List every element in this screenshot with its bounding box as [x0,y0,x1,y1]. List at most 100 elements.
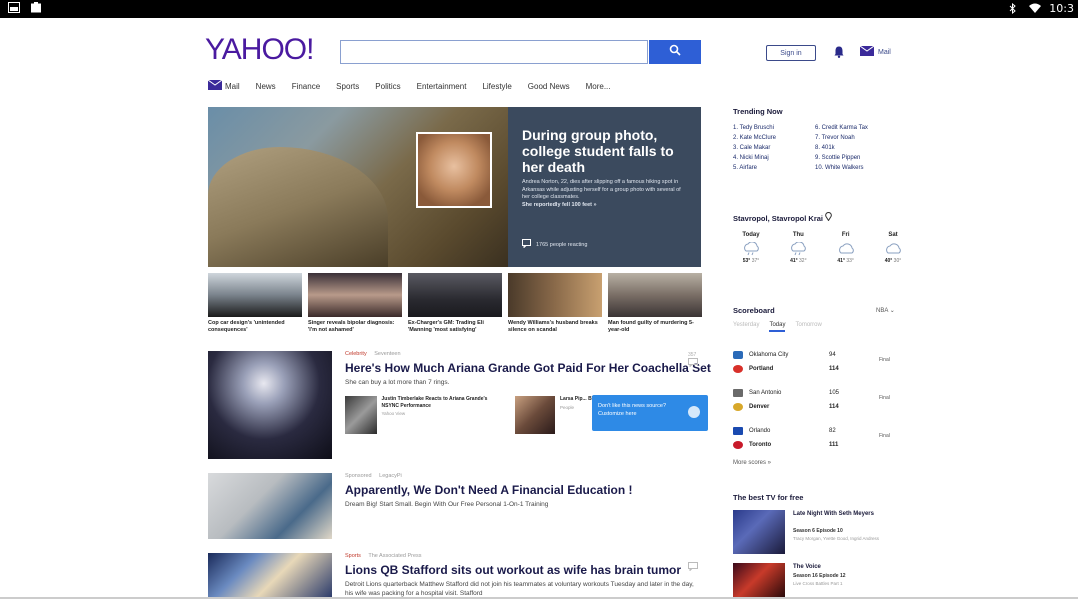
story-category[interactable]: Sports [345,553,361,559]
search-input[interactable] [340,40,648,64]
thumb-story[interactable]: Cop car design's 'unintended consequence… [208,273,302,334]
story-image [208,473,332,539]
hero-reactions[interactable]: 1765 people reacting [522,239,587,250]
related-image [515,396,555,434]
story-summary: She can buy a lot more than 7 rings. [345,379,450,386]
game-row[interactable]: Orlando 82 Toronto 111 Final [733,424,908,462]
spurs-logo-icon [733,389,743,397]
weather-day[interactable]: Today 53° 37° [733,232,769,264]
story-summary: Dream Big! Start Small. Begin With Our F… [345,501,549,508]
location-pin-icon [825,212,832,223]
story-source: LegacyPi [379,473,402,479]
trending-item[interactable]: 7. Trevor Noah [815,135,913,141]
trending-item[interactable]: 8. 401k [815,145,913,151]
yahoo-logo[interactable]: YAHOO! [205,33,314,67]
story-image [208,553,332,598]
trending-item[interactable]: 4. Nicki Minaj [733,155,815,161]
sign-in-button[interactable]: Sign in [766,45,816,61]
trending-item[interactable]: 6. Credit Karma Tax [815,125,913,131]
story-title[interactable]: Here's How Much Ariana Grande Got Paid F… [345,361,711,375]
customize-tooltip[interactable]: Don't like this news source? Customize h… [592,395,708,431]
hero-title[interactable]: During group photo, college student fall… [522,127,692,175]
trending-item[interactable]: 1. Tedy Bruschi [733,125,815,131]
chevron-down-icon: ⌄ [889,308,895,314]
trending-item[interactable]: 9. Scottie Pippen [815,155,913,161]
tv-image [733,510,785,554]
trending-item[interactable]: 2. Kate McClure [733,135,815,141]
weather-day[interactable]: Fri 41° 33° [828,232,864,264]
search-icon [669,43,681,61]
story-title[interactable]: Lions QB Stafford sits out workout as wi… [345,563,681,577]
team-row: Portland 114 [733,362,908,376]
nav-item-mail[interactable]: Mail [207,79,240,92]
comment-count-icon[interactable]: 357 [688,352,698,369]
thunder-logo-icon [733,351,743,359]
hero-image [208,107,508,267]
rain-cloud-icon [741,241,761,256]
bell-icon[interactable] [834,45,844,63]
nav-item-finance[interactable]: Finance [292,82,320,91]
mail-link[interactable]: Mail [859,45,891,58]
story-source: The Associated Press [368,553,422,559]
thumb-story[interactable]: Ex-Charger's GM: Trading Eli 'Manning 'm… [408,273,502,334]
league-dropdown[interactable]: NBA ⌄ [876,307,895,314]
thumb-story[interactable]: Man found guilty of murdering 5-year-old [608,273,702,334]
nav-item-politics[interactable]: Politics [375,82,400,91]
status-time: 10:3 [1049,2,1074,15]
tab-today[interactable]: Today [769,322,786,332]
nav-item-sports[interactable]: Sports [336,82,359,91]
thumb-image [208,273,302,317]
scoreboard-tabs: Yesterday Today Tomorrow [733,322,822,332]
thumb-story[interactable]: Singer reveals bipolar diagnosis: 'I'm n… [308,273,402,334]
nav-item-more[interactable]: More... [586,82,611,91]
hero-panel: During group photo, college student fall… [508,107,701,267]
tv-item[interactable]: Late Night With Seth Meyers Season 6 Epi… [733,510,908,556]
trending-item[interactable]: 5. Airfare [733,165,815,171]
nav-item-news[interactable]: News [256,82,276,91]
story-summary: Detroit Lions quarterback Matthew Staffo… [345,581,694,597]
more-scores-link[interactable]: More scores » [733,460,771,466]
sponsored-card[interactable]: Sponsored LegacyPi Apparently, We Don't … [208,473,701,541]
trending-item[interactable]: 3. Cale Makar [733,145,815,151]
nuggets-logo-icon [733,403,743,411]
story-title[interactable]: Apparently, We Don't Need A Financial Ed… [345,483,633,497]
trending-list: 1. Tedy Bruschi 6. Credit Karma Tax 2. K… [733,125,913,171]
thumb-story[interactable]: Wendy Williams's husband breaks silence … [508,273,602,334]
related-story[interactable]: Justin Timberlake Reacts to Ariana Grand… [345,396,505,434]
thumb-image [408,273,502,317]
game-row[interactable]: San Antonio 105 Denver 114 Final [733,386,908,424]
nav-item-good-news[interactable]: Good News [528,82,570,91]
weather-forecast: Today 53° 37° Thu 41° 32° Fri 41° 33° Sa… [733,232,911,264]
hero-cliff-image [208,147,388,267]
clipboard-icon [30,2,42,13]
story-category[interactable]: Celebrity [345,351,367,357]
game-row[interactable]: Oklahoma City 94 Portland 114 Final [733,348,908,386]
weather-day[interactable]: Thu 41° 32° [780,232,816,264]
trending-item[interactable]: 10. White Walkers [815,165,913,171]
tab-tomorrow[interactable]: Tomorrow [795,322,821,332]
raptors-logo-icon [733,441,743,449]
hero-story[interactable]: During group photo, college student fall… [208,107,701,267]
hero-summary: Andrea Norton, 22, dies after slipping o… [522,179,681,208]
hero-portrait-image [416,132,492,208]
nav-item-lifestyle[interactable]: Lifestyle [482,82,511,91]
mail-label: Mail [878,48,891,56]
story-card[interactable]: Sports The Associated Press Lions QB Sta… [208,553,701,598]
nav-item-entertainment[interactable]: Entertainment [417,82,467,91]
weather-location[interactable]: Stavropol, Stavropol Krai [733,212,913,223]
cloud-icon [883,242,903,256]
hero-more-link[interactable]: She reportedly fell 100 feet » [522,202,597,208]
comment-icon[interactable] [688,562,698,573]
thumb-image [608,273,702,317]
tooltip-dismiss-icon[interactable] [688,406,700,418]
scoreboard-games: Oklahoma City 94 Portland 114 Final San … [733,348,908,462]
related-image [345,396,377,434]
team-row: Toronto 111 [733,438,908,452]
thumb-image [308,273,402,317]
search-button[interactable] [649,40,701,64]
status-bar: 10:3 [0,0,1078,18]
tab-yesterday[interactable]: Yesterday [733,322,759,332]
weather-day[interactable]: Sat 40° 30° [875,232,911,264]
tv-item[interactable]: The Voice Season 16 Episode 12 Live Cros… [733,563,908,597]
mail-icon [859,45,875,58]
